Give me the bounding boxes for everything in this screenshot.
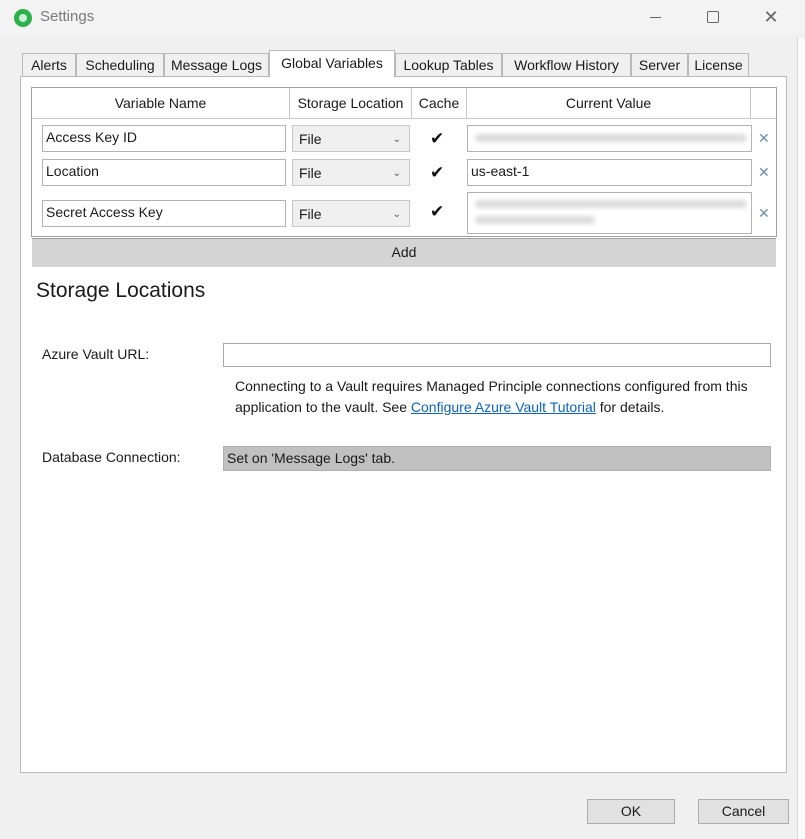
close-button[interactable]: ✕ <box>742 0 800 34</box>
ok-button[interactable]: OK <box>587 799 675 824</box>
storage-location-value: File <box>299 206 322 222</box>
storage-location-select[interactable]: File ⌄ <box>292 159 410 186</box>
maximize-icon <box>707 11 719 23</box>
redacted-value <box>475 216 595 224</box>
cache-checkbox[interactable]: ✔ <box>430 204 446 221</box>
cache-checkbox[interactable]: ✔ <box>430 165 446 182</box>
header-variable-name[interactable]: Variable Name <box>32 88 290 119</box>
chevron-down-icon: ⌄ <box>392 134 401 145</box>
storage-location-select[interactable]: File ⌄ <box>292 125 410 152</box>
add-variable-button[interactable]: Add <box>32 238 776 267</box>
vault-note-suffix: for details. <box>595 399 665 415</box>
current-value-input[interactable] <box>467 192 752 234</box>
storage-location-value: File <box>299 165 322 181</box>
vault-note: Connecting to a Vault requires Managed P… <box>235 376 775 418</box>
current-value-input[interactable] <box>467 125 752 152</box>
tab-license[interactable]: License <box>688 53 749 76</box>
delete-row-icon[interactable]: ✕ <box>758 131 770 147</box>
redacted-value <box>475 200 747 208</box>
chevron-down-icon: ⌄ <box>392 209 401 220</box>
cancel-button[interactable]: Cancel <box>698 799 789 824</box>
tab-server[interactable]: Server <box>631 53 688 76</box>
storage-locations-title: Storage Locations <box>36 279 206 302</box>
header-storage-location[interactable]: Storage Location <box>290 88 412 119</box>
window-title: Settings <box>40 8 95 25</box>
variable-name-input[interactable]: Location <box>42 159 286 186</box>
header-actions <box>751 88 776 119</box>
delete-row-icon[interactable]: ✕ <box>758 206 770 222</box>
azure-vault-url-label: Azure Vault URL: <box>42 346 150 362</box>
tab-lookup-tables[interactable]: Lookup Tables <box>395 53 502 76</box>
configure-azure-vault-link[interactable]: Configure Azure Vault Tutorial <box>411 399 596 415</box>
app-gear-icon <box>14 9 32 27</box>
variable-name-input[interactable]: Access Key ID <box>42 125 286 152</box>
chevron-down-icon: ⌄ <box>392 168 401 179</box>
delete-row-icon[interactable]: ✕ <box>758 165 770 181</box>
tab-alerts[interactable]: Alerts <box>22 53 76 76</box>
azure-vault-url-input[interactable] <box>223 343 771 367</box>
tab-workflow-history[interactable]: Workflow History <box>502 53 631 76</box>
header-cache[interactable]: Cache <box>412 88 467 119</box>
minimize-icon <box>649 16 661 18</box>
database-connection-label: Database Connection: <box>42 449 181 465</box>
storage-location-select[interactable]: File ⌄ <box>292 200 410 227</box>
storage-location-value: File <box>299 131 322 147</box>
global-variables-panel: Variable Name Storage Location Cache Cur… <box>20 76 787 773</box>
minimize-button[interactable] <box>626 0 684 34</box>
tab-global-variables[interactable]: Global Variables <box>269 50 395 77</box>
current-value-input[interactable]: us-east-1 <box>467 159 752 186</box>
tab-message-logs[interactable]: Message Logs <box>164 53 269 76</box>
variables-grid: Variable Name Storage Location Cache Cur… <box>31 87 777 267</box>
redacted-value <box>475 134 747 142</box>
maximize-button[interactable] <box>684 0 742 34</box>
database-connection-field: Set on 'Message Logs' tab. <box>223 446 771 471</box>
variable-name-input[interactable]: Secret Access Key <box>42 200 286 227</box>
header-current-value[interactable]: Current Value <box>467 88 751 119</box>
cache-checkbox[interactable]: ✔ <box>430 131 446 148</box>
title-bar: Settings ✕ <box>0 0 805 34</box>
background-window-edge <box>797 38 805 839</box>
tab-scheduling[interactable]: Scheduling <box>76 53 164 76</box>
close-icon: ✕ <box>763 6 779 28</box>
